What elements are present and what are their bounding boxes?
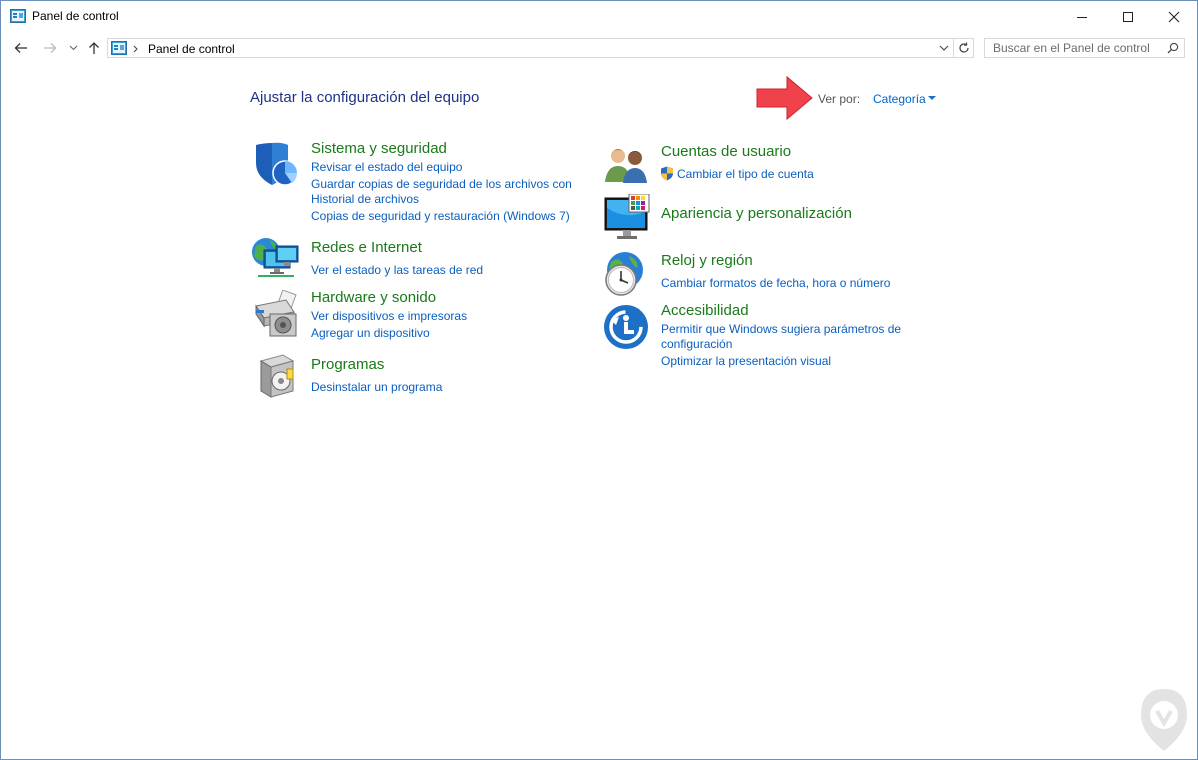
up-button[interactable] [85,38,103,58]
link-revisar-estado[interactable]: Revisar el estado del equipo [311,160,462,175]
link-guardar-copias[interactable]: Guardar copias de seguridad de los archi… [311,177,572,192]
category-title-hardware[interactable]: Hardware y sonido [311,289,436,306]
link-cambiar-formatos[interactable]: Cambiar formatos de fecha, hora o número [661,276,890,291]
link-configuracion[interactable]: configuración [661,337,732,352]
category-title-redes[interactable]: Redes e Internet [311,239,422,256]
link-historial-archivos[interactable]: Historial de archivos [311,192,419,207]
printer-icon[interactable] [250,290,300,338]
shield-icon[interactable] [252,141,300,187]
forward-button[interactable] [40,38,60,58]
close-icon [1168,11,1180,22]
refresh-icon [958,42,969,53]
search-input[interactable] [985,39,1168,57]
control-panel-icon [111,41,127,55]
chevron-down-icon [69,45,77,51]
address-dropdown-icon[interactable] [939,45,949,52]
programs-icon[interactable] [255,353,297,399]
link-optimizar-presentacion[interactable]: Optimizar la presentación visual [661,354,831,369]
view-by-label: Ver por: [818,92,861,106]
maximize-icon [1123,11,1133,22]
arrow-left-icon [14,43,27,53]
back-button[interactable] [11,38,31,58]
title-bar[interactable]: Panel de control [1,1,1197,32]
link-desinstalar-programa[interactable]: Desinstalar un programa [311,380,442,395]
search-box[interactable] [984,38,1185,58]
maximize-button[interactable] [1105,1,1151,32]
category-title-reloj[interactable]: Reloj y región [661,252,753,269]
minimize-icon [1077,16,1087,18]
annotation-arrow-icon [756,75,813,121]
uac-shield-icon [661,166,673,181]
link-agregar-dispositivo[interactable]: Agregar un dispositivo [311,326,430,341]
caret-down-icon[interactable] [928,96,936,100]
category-title-sistema[interactable]: Sistema y seguridad [311,140,447,157]
close-button[interactable] [1151,1,1197,32]
control-panel-window: Panel de control Panel de control Buscar… [0,0,1198,760]
refresh-button[interactable] [954,38,974,58]
chevron-right-icon[interactable] [133,45,139,53]
link-cambiar-tipo-cuenta[interactable]: Cambiar el tipo de cuenta [677,167,814,182]
category-title-programas[interactable]: Programas [311,356,384,373]
link-copias-restauracion[interactable]: Copias de seguridad y restauración (Wind… [311,209,570,224]
link-estado-red[interactable]: Ver el estado y las tareas de red [311,263,483,278]
view-by-dropdown[interactable]: Categoría [873,92,926,106]
arrow-right-icon [44,43,57,53]
monitor-icon[interactable] [603,194,651,242]
clock-icon[interactable] [601,250,651,298]
minimize-button[interactable] [1059,1,1105,32]
arrow-up-icon [89,42,99,54]
control-panel-app-icon [10,9,26,23]
accessibility-icon[interactable] [603,304,649,350]
page-title: Ajustar la configuración del equipo [250,89,480,106]
users-icon[interactable] [603,144,651,184]
address-bar[interactable]: Panel de control [107,38,954,58]
breadcrumb[interactable]: Panel de control [148,42,235,56]
search-icon[interactable] [1167,42,1179,54]
category-title-cuentas[interactable]: Cuentas de usuario [661,143,791,160]
watermark-logo [1141,689,1187,751]
navigation-bar: Panel de control [1,36,1197,62]
link-ver-dispositivos[interactable]: Ver dispositivos e impresoras [311,309,467,324]
recent-locations-button[interactable] [66,38,80,58]
category-title-apariencia[interactable]: Apariencia y personalización [661,205,852,222]
window-title: Panel de control [32,9,119,23]
network-icon[interactable] [250,236,300,280]
link-permitir-sugerir[interactable]: Permitir que Windows sugiera parámetros … [661,322,901,337]
category-title-accesibilidad[interactable]: Accesibilidad [661,302,749,319]
